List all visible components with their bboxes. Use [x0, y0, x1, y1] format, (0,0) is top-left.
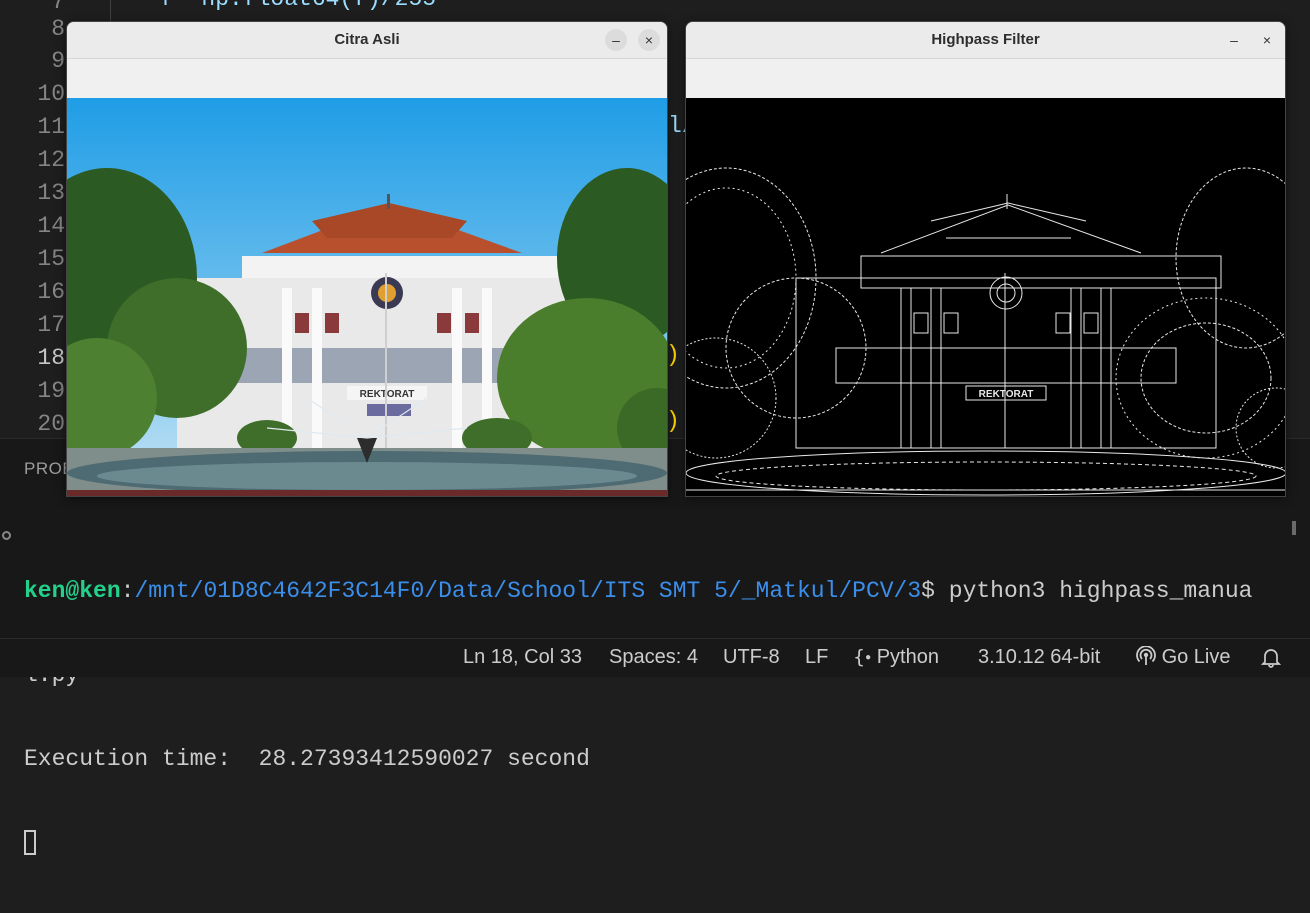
terminal-execution-time: Execution time: 28.27393412590027 second: [24, 746, 590, 772]
highpass-image: REKTORAT: [686, 98, 1285, 496]
notifications-button[interactable]: [1261, 646, 1281, 668]
line-number: 17: [37, 312, 65, 338]
terminal-prompt-line: ken@ken:/mnt/01D8C4642F3C14F0/Data/Schoo…: [24, 577, 1284, 605]
line-number: 10: [37, 81, 65, 107]
window-original-image[interactable]: Citra Asli – ×: [66, 21, 668, 497]
line-number-active: 18: [37, 345, 65, 371]
terminal-command: $ python3 highpass_manua: [921, 578, 1253, 604]
status-encoding[interactable]: UTF-8: [723, 646, 780, 669]
status-bar: Ln 18, Col 33 Spaces: 4 UTF-8 LF {● Pyth…: [0, 638, 1310, 677]
status-indentation[interactable]: Spaces: 4: [609, 646, 698, 669]
close-button[interactable]: ×: [638, 29, 660, 51]
status-go-live-label: Go Live: [1161, 646, 1231, 668]
code-line-fragment: f np.float64(f)/255: [160, 0, 436, 12]
line-number: 13: [37, 180, 65, 206]
status-interpreter[interactable]: 3.10.12 64-bit: [978, 646, 1100, 669]
window-titlebar[interactable]: Highpass Filter – ×: [686, 22, 1285, 59]
building-sign: REKTORAT: [979, 389, 1034, 400]
minimize-button[interactable]: –: [605, 29, 627, 51]
terminal-separator: :: [120, 578, 135, 604]
close-button[interactable]: ×: [1256, 29, 1278, 51]
status-language-label: Python: [876, 646, 939, 668]
status-language[interactable]: {● Python: [853, 646, 939, 669]
line-number: 20: [37, 411, 65, 437]
terminal-cursor: [24, 830, 36, 856]
window-highpass-image[interactable]: Highpass Filter – × REKTORAT: [685, 21, 1286, 497]
line-number-gutter: 7 8 9 10 11 12 13 14 15 16 17 18 19 20: [0, 0, 75, 438]
minimize-button[interactable]: –: [1223, 29, 1245, 51]
terminal-user: ken@ken: [24, 578, 121, 604]
terminal-output[interactable]: ken@ken:/mnt/01D8C4642F3C14F0/Data/Schoo…: [24, 521, 1284, 913]
bell-icon: [1261, 649, 1281, 668]
line-number: 14: [37, 213, 65, 239]
window-toolbar: [67, 59, 667, 97]
braces-icon: {: [853, 646, 866, 668]
terminal-scrollbar[interactable]: [1292, 521, 1296, 535]
terminal-command-decoration-icon[interactable]: [2, 531, 11, 540]
line-number: 8: [51, 16, 65, 42]
window-toolbar: [686, 59, 1285, 97]
status-cursor-position[interactable]: Ln 18, Col 33: [463, 646, 582, 669]
line-number: 16: [37, 279, 65, 305]
original-image: REKTORAT: [67, 98, 667, 496]
line-number: 12: [37, 147, 65, 173]
line-number: 11: [37, 114, 65, 140]
line-number: 19: [37, 378, 65, 404]
line-number: 9: [51, 48, 65, 74]
status-eol[interactable]: LF: [805, 646, 828, 669]
broadcast-icon: [1136, 646, 1156, 665]
braces-dot-icon: ●: [865, 652, 872, 664]
window-title: Citra Asli: [334, 31, 400, 48]
window-titlebar[interactable]: Citra Asli – ×: [67, 22, 667, 59]
window-title: Highpass Filter: [931, 31, 1040, 48]
code-line-fragment: ): [666, 342, 680, 368]
status-go-live[interactable]: Go Live: [1136, 646, 1231, 669]
line-number: 15: [37, 246, 65, 272]
terminal-path: /mnt/01D8C4642F3C14F0/Data/School/ITS SM…: [134, 578, 922, 604]
terminal-cursor-line: [24, 829, 1284, 857]
code-line-fragment: ): [666, 408, 680, 434]
